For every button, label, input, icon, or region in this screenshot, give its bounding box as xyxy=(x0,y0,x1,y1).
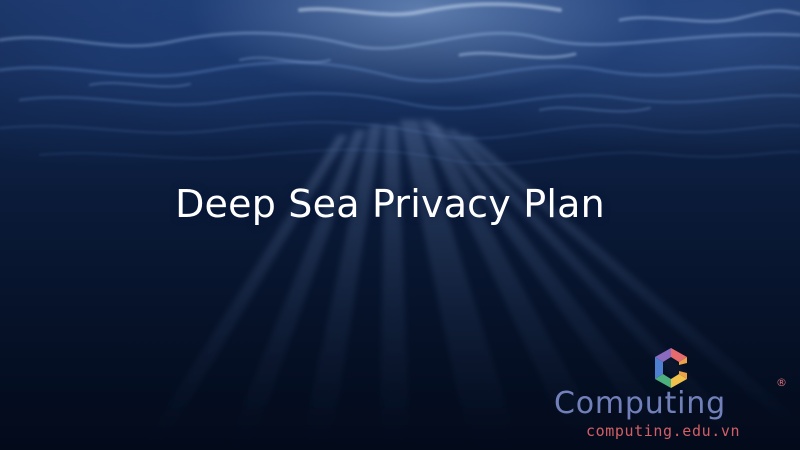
page-title: Deep Sea Privacy Plan xyxy=(175,182,605,226)
watermark-domain: computing.edu.vn xyxy=(586,422,741,440)
watermark: ® Computing computing.edu.vn xyxy=(548,340,798,445)
registered-mark: ® xyxy=(776,376,787,389)
underwater-background: Deep Sea Privacy Plan ® Computing comput… xyxy=(0,0,800,450)
computing-logo-icon xyxy=(655,348,687,388)
watermark-brand: Computing xyxy=(554,386,726,421)
